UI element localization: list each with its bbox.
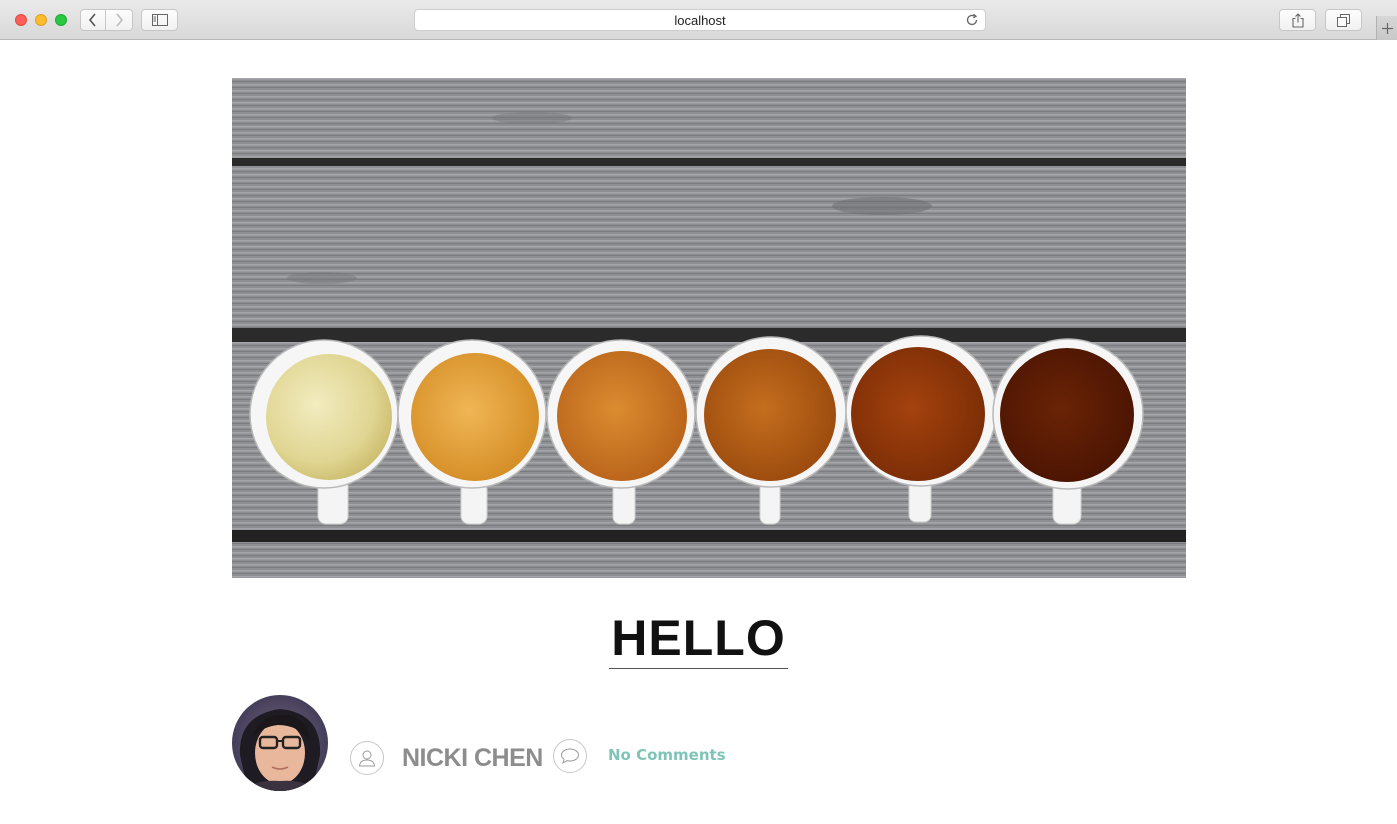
browser-window: localhost HELLO NICKI CHEN No Comments: [0, 0, 1397, 824]
address-bar[interactable]: localhost: [414, 9, 986, 31]
author-icon-circle: [350, 741, 384, 775]
post-title-wrapper: HELLO: [0, 610, 1397, 669]
sidebar-icon: [151, 14, 168, 26]
forward-button[interactable]: [106, 9, 133, 31]
featured-image: [232, 78, 1186, 578]
share-icon: [1291, 12, 1304, 28]
minimize-window-button[interactable]: [35, 14, 47, 26]
author-avatar[interactable]: [232, 695, 328, 791]
plus-icon: [1381, 22, 1393, 34]
author-name-link[interactable]: NICKI CHEN: [402, 741, 543, 775]
reload-icon[interactable]: [965, 13, 979, 27]
forward-arrow-icon: [116, 13, 124, 27]
comments-link[interactable]: No Comments: [608, 743, 726, 767]
sidebar-button[interactable]: [141, 9, 178, 31]
comment-icon-circle: [553, 739, 587, 773]
address-text: localhost: [674, 12, 726, 28]
tabs-icon: [1337, 13, 1350, 27]
show-tabs-button[interactable]: [1325, 9, 1362, 31]
post-meta: NICKI CHEN No Comments: [232, 695, 932, 791]
page-content: HELLO NICKI CHEN No Comments: [0, 40, 1397, 824]
back-arrow-icon: [88, 13, 96, 27]
post-title[interactable]: HELLO: [609, 610, 788, 669]
close-window-button[interactable]: [15, 14, 27, 26]
comment-bubble-icon: [560, 748, 580, 765]
share-button[interactable]: [1279, 9, 1316, 31]
browser-toolbar: localhost: [0, 0, 1397, 40]
maximize-window-button[interactable]: [55, 14, 67, 26]
new-tab-button[interactable]: [1376, 16, 1397, 40]
user-icon: [358, 750, 376, 767]
back-button[interactable]: [80, 9, 106, 31]
